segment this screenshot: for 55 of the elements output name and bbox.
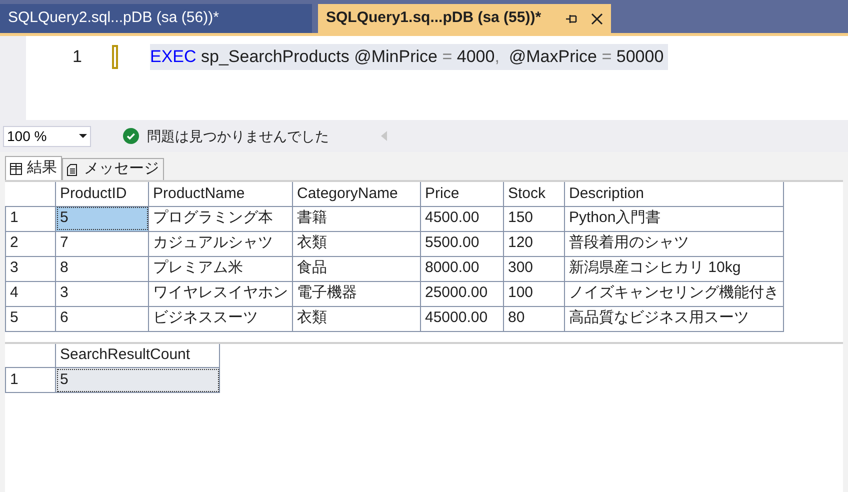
success-check-icon <box>123 128 139 144</box>
table-cell: 120 <box>504 231 564 256</box>
table-cell: 8000.00 <box>420 256 504 281</box>
document-tab[interactable]: SQLQuery1.sq...pDB (sa (55))* <box>318 4 612 33</box>
table-cell: 高品質なビジネス用スーツ <box>564 306 784 331</box>
table-cell: 7 <box>56 231 148 256</box>
column-header[interactable]: ProductName <box>148 182 292 206</box>
table-cell: 5 <box>56 206 148 231</box>
table-cell: カジュアルシャツ <box>148 231 292 256</box>
row-number: 2 <box>6 231 56 256</box>
table-cell: 300 <box>504 256 564 281</box>
table-cell: 25000.00 <box>420 281 504 306</box>
row-number: 3 <box>6 256 56 281</box>
column-header[interactable]: Description <box>564 182 784 206</box>
table-cell: 8 <box>56 256 148 281</box>
table-cell: Python入門書 <box>564 206 784 231</box>
document-icon <box>67 164 79 176</box>
table-cell: 150 <box>504 206 564 231</box>
table-cell: 4500.00 <box>420 206 504 231</box>
document-tab[interactable]: SQLQuery2.sql...pDB (sa (56))* <box>0 4 312 33</box>
grid-icon <box>10 162 22 174</box>
table-cell: 書籍 <box>292 206 420 231</box>
table-cell: 衣類 <box>292 231 420 256</box>
status-message: 問題は見つかりませんでした <box>147 126 329 146</box>
table-cell: プログラミング本 <box>148 206 292 231</box>
table-cell: 5500.00 <box>420 231 504 256</box>
column-header[interactable]: ProductID <box>56 182 148 206</box>
column-header[interactable]: Price <box>420 182 504 206</box>
table-cell: 食品 <box>292 256 420 281</box>
table-cell: 80 <box>504 306 564 331</box>
table-cell: 3 <box>56 281 148 306</box>
column-header[interactable]: Stock <box>504 182 564 206</box>
pin-icon[interactable] <box>565 12 578 24</box>
row-number: 4 <box>6 281 56 306</box>
column-header[interactable]: CategoryName <box>292 182 420 206</box>
result-tab[interactable]: 結果 <box>5 156 62 180</box>
table-cell: 100 <box>504 281 564 306</box>
scroll-left-icon <box>381 131 387 141</box>
table-cell: 5 <box>56 368 220 392</box>
table-cell: プレミアム米 <box>148 256 292 281</box>
table-cell: 普段着用のシャツ <box>564 231 784 256</box>
zoom-dropdown[interactable]: 100 % <box>3 126 91 146</box>
table-cell: ワイヤレスイヤホン <box>148 281 292 306</box>
table-cell: ビジネススーツ <box>148 306 292 331</box>
close-icon[interactable] <box>591 12 604 24</box>
result-tab[interactable]: メッセージ <box>62 158 164 180</box>
table-cell: ノイズキャンセリング機能付き <box>564 281 784 306</box>
caret-icon <box>79 134 87 138</box>
table-cell: 45000.00 <box>420 306 504 331</box>
table-cell: 6 <box>56 306 148 331</box>
table-cell: 衣類 <box>292 306 420 331</box>
table-cell: 新潟県産コシヒカリ 10kg <box>564 256 784 281</box>
row-number: 5 <box>6 306 56 331</box>
table-cell: 電子機器 <box>292 281 420 306</box>
line-number: 1 <box>72 46 82 68</box>
